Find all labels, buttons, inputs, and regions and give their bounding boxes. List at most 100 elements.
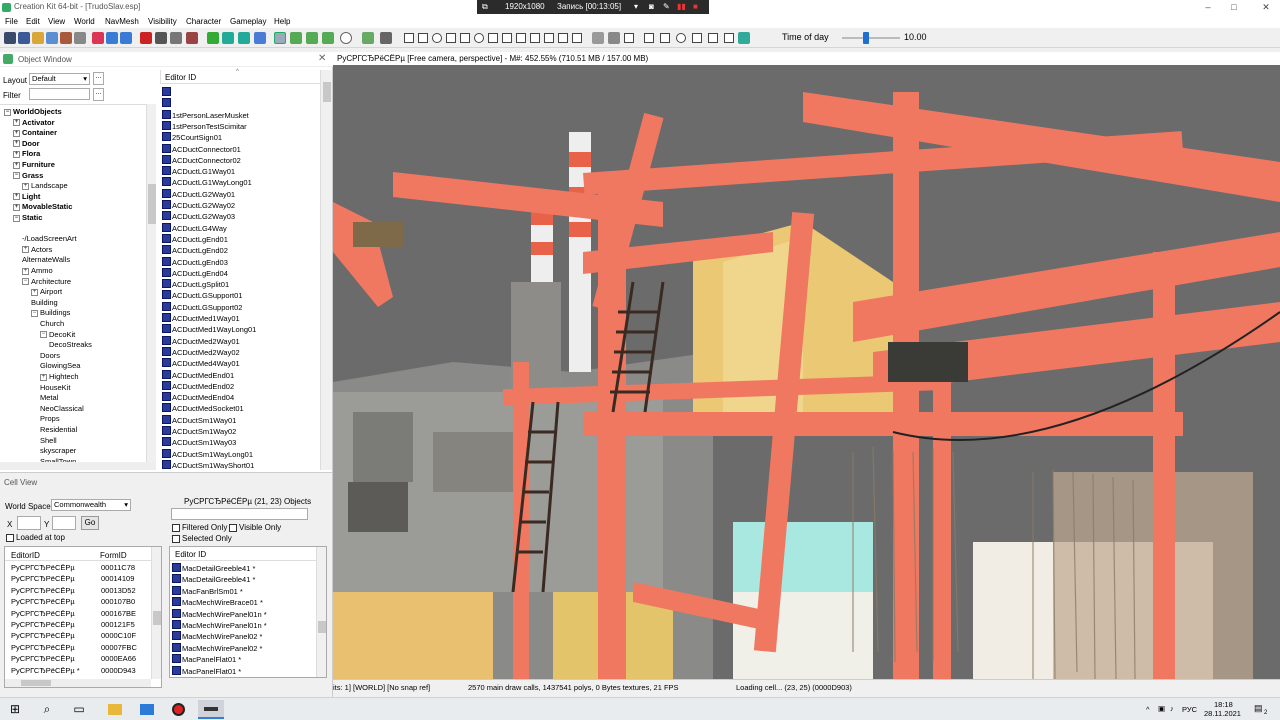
object-list-row[interactable]: ACDuctSm1WayLong01 [162, 448, 253, 460]
tree-expander-icon[interactable]: + [13, 203, 20, 211]
tree-expander-icon[interactable]: − [13, 214, 20, 222]
layout-select[interactable]: Default ▾ [29, 73, 90, 85]
tree-expander-icon[interactable]: + [13, 129, 20, 137]
cell-list-scroll-thumb[interactable] [153, 611, 161, 625]
x-input[interactable] [17, 516, 41, 530]
object-list-row[interactable] [162, 98, 172, 109]
tree-item[interactable]: HouseKit [40, 383, 70, 392]
tree-item[interactable]: Props [40, 414, 60, 423]
settings-icon[interactable] [74, 32, 86, 44]
tree-item[interactable]: + Airport [31, 287, 62, 296]
menu-character[interactable]: Character [186, 17, 221, 26]
tree-item[interactable]: GlowingSea [40, 361, 80, 370]
cell-object-row[interactable]: MacMechWirePanel01n * [172, 620, 267, 631]
object-list-row[interactable]: ACDuctMedSocket01 [162, 403, 244, 414]
tree-expander-icon[interactable]: + [22, 246, 29, 254]
tree-expander-icon[interactable]: + [22, 267, 29, 275]
object-list-row[interactable]: 25CourtSign01 [162, 132, 222, 143]
redo-icon[interactable] [120, 32, 132, 44]
tree-item[interactable]: + Activator [13, 118, 55, 127]
explorer-icon[interactable] [102, 700, 128, 719]
view-sphere-icon[interactable] [432, 33, 442, 43]
filter-options-button[interactable]: ... [93, 88, 104, 101]
menu-view[interactable]: View [48, 17, 65, 26]
maximize-button[interactable]: □ [1222, 0, 1246, 15]
stop-icon[interactable]: ■ [693, 2, 698, 11]
grid-icon[interactable] [155, 32, 167, 44]
new-icon[interactable] [4, 32, 16, 44]
checkbox-box[interactable] [229, 523, 237, 532]
pause-icon[interactable]: ▮▮ [677, 2, 686, 11]
cut-icon[interactable] [92, 32, 104, 44]
open-icon[interactable] [32, 32, 44, 44]
object-list-row[interactable]: ACDuctMed4Way01 [162, 358, 240, 369]
object-list-row[interactable]: ACDuctLGSupport02 [162, 301, 242, 313]
tree-expander-icon[interactable]: − [40, 331, 47, 339]
landscape-icon[interactable] [207, 32, 219, 44]
select-icon[interactable] [274, 32, 286, 44]
render-window[interactable] [333, 52, 1280, 679]
tree-expander-icon[interactable]: + [13, 119, 20, 127]
chat-icon[interactable] [340, 32, 352, 44]
tree-item[interactable]: − DecoKit [40, 330, 75, 339]
cell-objects-scroll-thumb[interactable] [318, 621, 326, 633]
cell-object-row[interactable]: MacDetailGreeble41 * [172, 574, 255, 585]
tree-hscrollbar[interactable] [0, 462, 156, 470]
water-icon[interactable] [222, 32, 234, 44]
tree-item[interactable]: NeoClassical [40, 404, 84, 413]
menu-world[interactable]: World [74, 17, 95, 26]
cell-row[interactable]: РуСРГСЂРёСЁРµ 0000C10F [7, 631, 151, 642]
cell-list-hscrollbar[interactable] [5, 679, 151, 687]
tree-icon[interactable] [306, 32, 318, 44]
tree-item[interactable]: Metal [40, 393, 58, 402]
object-list-row[interactable]: ACDuctLGSupport01 [162, 290, 242, 301]
volume-icon[interactable]: ♪ [1170, 704, 1174, 713]
object-list-row[interactable]: ACDuctLgEnd02 [162, 245, 228, 256]
export-icon[interactable] [738, 32, 750, 44]
cell-row[interactable]: РуСРГСЂРёСЁРµ 000121F5 [7, 620, 151, 631]
cell-object-row[interactable]: MacMechWirePanel02 * [172, 631, 262, 642]
cell-object-row[interactable]: MacMechWireBrace01 * [172, 597, 263, 608]
view-box-icon-2[interactable] [418, 33, 428, 43]
preferences-icon[interactable] [46, 32, 58, 44]
menu-help[interactable]: Help [274, 17, 290, 26]
tree-item[interactable]: AlternateWalls [22, 255, 70, 264]
view-c-icon[interactable] [644, 33, 654, 43]
object-list-row[interactable]: ACDuctMedEnd04 [162, 392, 234, 403]
object-list-scroll-thumb[interactable] [323, 82, 331, 102]
view-s-icon[interactable] [558, 33, 568, 43]
checkbox-box[interactable] [172, 523, 180, 532]
cell-row[interactable]: РуСРГСЂРёСЁРµ * 0000D943 [7, 666, 151, 677]
cell-object-row[interactable]: MacPanelFlat01 * [172, 665, 241, 677]
marker-icon[interactable] [362, 32, 374, 44]
tree-expander-icon[interactable]: − [31, 309, 38, 317]
cell-row[interactable]: РуСРГСЂРёСЁРµ 000167BE [7, 609, 151, 620]
wire-icon[interactable] [380, 32, 392, 44]
snap-icon[interactable] [170, 32, 182, 44]
recorder-app-icon[interactable] [166, 700, 192, 719]
cell-row[interactable]: РуСРГСЂРёСЁРµ 00013D52 [7, 586, 151, 597]
tree-expander-icon[interactable]: + [31, 288, 38, 296]
object-list-row[interactable]: ACDuctMedEnd02 [162, 380, 234, 392]
cell-object-row[interactable]: MacFanBrlSm01 * [172, 585, 243, 597]
view-q-icon[interactable] [530, 33, 540, 43]
view-x-icon[interactable] [572, 33, 582, 43]
cube-icon[interactable] [624, 33, 634, 43]
tree-item[interactable]: + Container [13, 128, 57, 137]
checkbox-box[interactable] [6, 533, 14, 542]
object-list-row[interactable]: ACDuctLG4Way [162, 222, 227, 234]
clock-time[interactable]: 18:18 [1214, 700, 1233, 709]
time-of-day-slider[interactable] [842, 32, 900, 44]
object-list-row[interactable]: ACDuctLG2Way02 [162, 200, 235, 211]
object-list-row[interactable]: ACDuctMed1Way01 [162, 313, 240, 324]
tree-expander-icon[interactable]: − [13, 172, 20, 180]
cell-row[interactable]: РуСРГСЂРёСЁРµ 0000EA66 [7, 654, 151, 665]
tree-expander-icon[interactable]: + [13, 161, 20, 169]
tree-expander-icon[interactable]: + [13, 193, 20, 201]
tree-expander-icon[interactable]: − [22, 278, 29, 286]
object-list-row[interactable]: ACDuctLG1WayLong01 [162, 177, 252, 188]
view-circle-icon[interactable] [474, 33, 484, 43]
menu-file[interactable]: File [5, 17, 18, 26]
object-list-row[interactable]: ACDuctLG2Way01 [162, 188, 235, 200]
menu-navmesh[interactable]: NavMesh [105, 17, 139, 26]
